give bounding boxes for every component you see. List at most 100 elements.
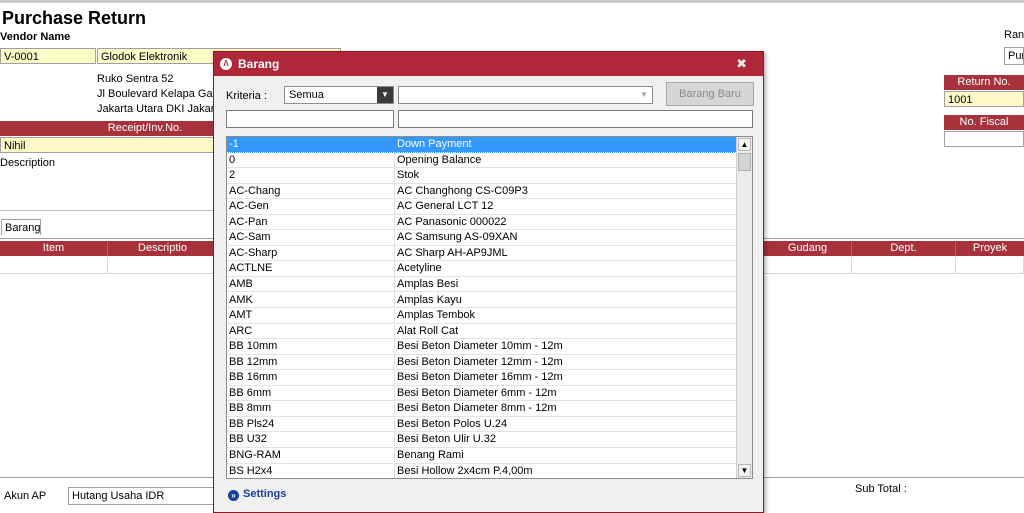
item-code: BB U32 [229, 433, 267, 446]
no-fiscal-header: No. Fiscal [944, 115, 1024, 130]
chevron-down-icon[interactable]: ▼ [636, 87, 652, 103]
app-logo-icon: Λ [220, 58, 232, 70]
code-search-input[interactable] [226, 110, 394, 128]
sub-total-label: Sub Total : [855, 483, 907, 495]
vendor-code-field[interactable]: V-0001 [0, 48, 96, 64]
description-area[interactable] [0, 156, 214, 211]
list-item[interactable]: AC-Gen AC General LCT 12 [227, 199, 736, 215]
close-icon[interactable]: ✖ [736, 56, 747, 72]
item-name: Alat Roll Cat [397, 324, 459, 337]
akun-ap-field[interactable]: Hutang Usaha IDR [68, 487, 214, 505]
item-code: AC-Chang [229, 184, 281, 197]
list-item[interactable]: BB 16mm Besi Beton Diameter 16mm - 12m [227, 370, 736, 386]
grid-cell[interactable] [108, 257, 218, 274]
item-name: AC Changhong CS-C09P3 [397, 184, 528, 197]
item-name: Besi Beton Polos U.24 [397, 417, 508, 430]
dialog-title-bar[interactable]: Λ Barang ✖ [214, 52, 763, 76]
return-no-field[interactable]: 1001 [944, 91, 1024, 107]
item-name: Stok [397, 169, 420, 182]
akun-ap-label: Akun AP [4, 490, 47, 502]
item-code: BB 16mm [229, 371, 278, 384]
list-item[interactable]: BNG-RAM Benang Rami [227, 448, 736, 464]
no-fiscal-field[interactable] [944, 131, 1024, 147]
item-code: AC-Sam [229, 231, 271, 244]
kriteria-select[interactable]: Semua ▼ [284, 86, 394, 104]
list-item[interactable]: ACTLNE Acetyline [227, 261, 736, 277]
grid-cell[interactable] [764, 257, 852, 274]
item-name: Amplas Tembok [397, 309, 476, 322]
item-code: ARC [229, 324, 253, 337]
item-code: BB Pls24 [229, 417, 275, 430]
list-item[interactable]: AC-Pan AC Panasonic 000022 [227, 215, 736, 231]
list-item[interactable]: AC-Chang AC Changhong CS-C09P3 [227, 184, 736, 200]
item-name: AC Sharp AH-AP9JML [397, 246, 508, 259]
item-code: BB 6mm [229, 386, 272, 399]
item-name: Amplas Besi [397, 277, 459, 290]
list-item[interactable]: AMK Amplas Kayu [227, 293, 736, 308]
item-code: 0 [229, 153, 236, 166]
list-item[interactable]: AMB Amplas Besi [227, 277, 736, 293]
item-code: BS H2x4 [229, 464, 273, 477]
right-field-pur[interactable]: Pur [1004, 47, 1024, 65]
vertical-scrollbar[interactable]: ▲ ▼ [736, 137, 752, 478]
vendor-address: Ruko Sentra 52 Jl Boulevard Kelapa Gad J… [97, 72, 219, 117]
chevron-down-icon[interactable]: ▼ [377, 87, 393, 103]
list-item[interactable]: -1 Down Payment [227, 137, 736, 153]
settings-label: Settings [243, 488, 287, 500]
item-name: AC Panasonic 000022 [397, 215, 507, 228]
item-name: AC General LCT 12 [397, 200, 494, 213]
barang-list[interactable]: -1 Down Payment 0 Opening Balance 2 Stok AC-Ch… [226, 136, 753, 479]
grid-header-dept[interactable]: Dept. [852, 241, 956, 256]
list-item[interactable]: BB 10mm Besi Beton Diameter 10mm - 12m [227, 339, 736, 355]
grid-header-proyek[interactable]: Proyek [956, 241, 1024, 256]
top-border [0, 0, 1024, 3]
grid-cell[interactable] [852, 257, 956, 274]
address-line-1: Ruko Sentra 52 [97, 73, 174, 85]
grid-cell[interactable] [956, 257, 1024, 274]
name-search-input[interactable] [398, 110, 753, 128]
list-item[interactable]: BB U32 Besi Beton Ulir U.32 [227, 432, 736, 448]
scroll-down-icon[interactable]: ▼ [738, 464, 751, 477]
settings-link[interactable]: » Settings [228, 488, 286, 501]
item-code: BNG-RAM [229, 449, 281, 461]
item-code: AMK [229, 293, 253, 306]
list-item[interactable]: BB 6mm Besi Beton Diameter 6mm - 12m [227, 386, 736, 402]
list-item[interactable]: 2 Stok [227, 168, 736, 184]
list-item[interactable]: BB 12mm Besi Beton Diameter 12mm - 12m [227, 355, 736, 371]
grid-cell[interactable] [0, 257, 108, 274]
list-item[interactable]: BB Pls24 Besi Beton Polos U.24 [227, 417, 736, 433]
list-item[interactable]: AC-Sam AC Samsung AS-09XAN [227, 230, 736, 246]
item-name: Besi Hollow 2x4cm P.4,00m [397, 464, 533, 477]
right-label-ran: Ran [1004, 29, 1024, 41]
list-item[interactable]: AC-Sharp AC Sharp AH-AP9JML [227, 246, 736, 262]
list-item[interactable]: AMT Amplas Tembok [227, 308, 736, 324]
item-name: Besi Beton Diameter 8mm - 12m [397, 402, 557, 415]
item-name: Besi Beton Diameter 12mm - 12m [397, 355, 563, 368]
page-title: Purchase Return [2, 8, 147, 28]
kriteria-value-select[interactable]: ▼ [398, 86, 653, 104]
item-name: Besi Beton Diameter 10mm - 12m [397, 340, 563, 353]
item-code: AMB [229, 277, 253, 290]
grid-header-gudang[interactable]: Gudang [764, 241, 852, 256]
return-no-header: Return No. [944, 75, 1024, 90]
kriteria-label: Kriteria : [226, 90, 267, 102]
item-name: Besi Beton Ulir U.32 [397, 433, 497, 446]
list-item[interactable]: 0 Opening Balance [227, 153, 736, 169]
double-chevron-down-icon: » [228, 490, 239, 501]
item-code: BB 10mm [229, 340, 278, 353]
list-item[interactable]: BB 8mm Besi Beton Diameter 8mm - 12m [227, 401, 736, 417]
grid-header-item[interactable]: Item [0, 241, 108, 256]
scroll-up-icon[interactable]: ▲ [738, 138, 751, 151]
item-name: AC Samsung AS-09XAN [397, 231, 518, 244]
item-name: Down Payment [397, 138, 472, 150]
grid-header-description[interactable]: Descriptio [108, 241, 218, 256]
list-item[interactable]: ARC Alat Roll Cat [227, 324, 736, 340]
scroll-thumb[interactable] [738, 153, 751, 171]
barang-baru-button[interactable]: Barang Baru [666, 82, 754, 106]
dialog-title: Barang [238, 57, 280, 71]
address-line-2: Jl Boulevard Kelapa Gad [97, 88, 219, 100]
item-name: Opening Balance [397, 153, 482, 166]
tab-barang[interactable]: Barang [1, 219, 41, 235]
barang-dialog: Λ Barang ✖ Kriteria : Semua ▼ ▼ Barang B… [213, 51, 764, 513]
list-item[interactable]: BS H2x4 Besi Hollow 2x4cm P.4,00m [227, 464, 736, 478]
